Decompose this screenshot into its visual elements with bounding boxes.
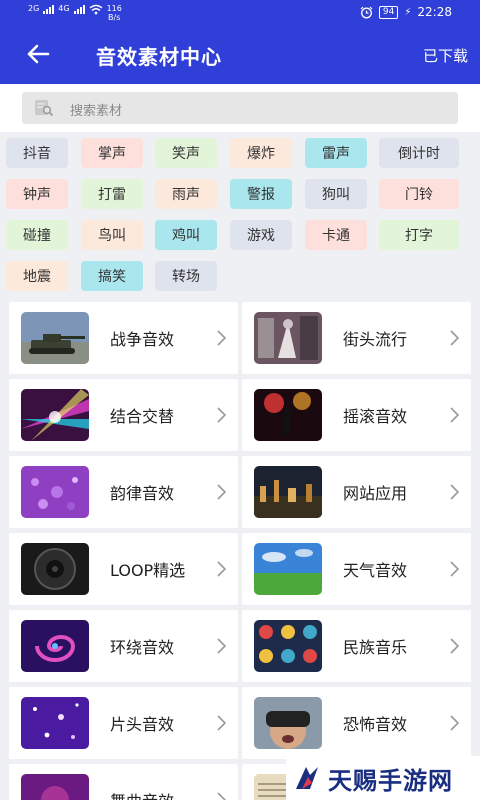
chevron-right-icon <box>217 638 226 654</box>
net1-label: 2G <box>28 4 40 13</box>
sky-field-thumbnail <box>254 543 322 595</box>
tag-chip[interactable]: 门铃 <box>379 179 459 209</box>
tag-chip[interactable]: 卡通 <box>305 220 367 250</box>
signal-icon-2 <box>73 4 85 14</box>
category-label: 街头流行 <box>343 330 408 349</box>
category-card[interactable]: 恐怖音效 <box>242 687 471 759</box>
category-card[interactable]: 韵律音效 <box>9 456 238 528</box>
category-label: 结合交替 <box>110 407 175 426</box>
status-time: 22:28 <box>417 5 452 19</box>
watermark: 天赐手游网 <box>286 756 480 800</box>
watermark-text: 天赐手游网 <box>328 766 453 795</box>
search-area: 搜索素材 <box>0 84 480 132</box>
category-card[interactable]: LOOP精选 <box>9 533 238 605</box>
chevron-right-icon <box>450 484 459 500</box>
ethnic-pattern-thumbnail <box>254 620 322 672</box>
search-input[interactable]: 搜索素材 <box>22 92 458 124</box>
chevron-right-icon <box>217 484 226 500</box>
category-label: 网站应用 <box>343 484 408 503</box>
downloaded-button[interactable]: 已下载 <box>423 45 468 66</box>
arrow-left-icon[interactable] <box>24 40 52 68</box>
watermark-logo-icon <box>296 767 318 789</box>
category-label: 民族音乐 <box>343 638 408 657</box>
tag-chip[interactable]: 掌声 <box>81 138 143 168</box>
net2-label: 4G <box>58 4 70 13</box>
signal-icon <box>43 4 55 14</box>
category-label: 战争音效 <box>110 330 175 349</box>
category-card[interactable]: 民族音乐 <box>242 610 471 682</box>
net-speed-value: 116 <box>106 4 122 13</box>
battery-level: 94 <box>378 5 399 19</box>
page-title: 音效素材中心 <box>96 45 222 69</box>
category-label: 恐怖音效 <box>343 715 408 734</box>
status-bar: 2G 4G 116 B/s 94 ⚡ 22:28 <box>0 0 480 26</box>
sparkle-thumbnail <box>21 697 89 749</box>
tag-chip[interactable]: 爆炸 <box>230 138 292 168</box>
category-label: 天气音效 <box>343 561 408 580</box>
chevron-right-icon <box>450 407 459 423</box>
status-left: 2G 4G 116 B/s <box>28 4 122 22</box>
category-card[interactable]: 结合交替 <box>9 379 238 451</box>
alarm-icon <box>360 6 373 18</box>
wifi-icon <box>89 4 103 15</box>
chevron-right-icon <box>450 561 459 577</box>
search-placeholder: 搜索素材 <box>70 104 123 119</box>
category-label: 舞曲音效 <box>110 788 174 800</box>
chevron-right-icon <box>217 715 226 731</box>
chevron-right-icon <box>450 330 459 346</box>
category-label: 韵律音效 <box>110 484 175 503</box>
category-label: 摇滚音效 <box>343 407 408 426</box>
category-card[interactable]: 网站应用 <box>242 456 471 528</box>
category-label: LOOP精选 <box>110 561 186 580</box>
chevron-right-icon <box>217 792 226 800</box>
street-art-thumbnail <box>254 312 322 364</box>
chevron-right-icon <box>217 561 226 577</box>
category-label: 环绕音效 <box>110 638 175 657</box>
tag-chip[interactable]: 狗叫 <box>305 179 367 209</box>
concert-stage-thumbnail <box>254 389 322 441</box>
category-card[interactable]: 舞曲音效 <box>9 764 238 800</box>
tag-chip[interactable]: 游戏 <box>230 220 292 250</box>
tag-chip[interactable]: 雷声 <box>305 138 367 168</box>
charging-icon: ⚡ <box>404 6 412 18</box>
tag-chip[interactable]: 打字 <box>379 220 459 250</box>
tag-chip[interactable]: 碰撞 <box>6 220 68 250</box>
category-card[interactable]: 摇滚音效 <box>242 379 471 451</box>
tag-chip[interactable]: 鸟叫 <box>81 220 143 250</box>
chevron-right-icon <box>450 638 459 654</box>
category-card[interactable]: 天气音效 <box>242 533 471 605</box>
category-label: 片头音效 <box>110 715 175 734</box>
tank-thumbnail <box>21 312 89 364</box>
speaker-thumbnail <box>21 543 89 595</box>
tag-chip[interactable]: 倒计时 <box>379 138 459 168</box>
dance-thumbnail <box>21 774 89 800</box>
net-speed-unit: B/s <box>108 13 121 22</box>
chevron-right-icon <box>217 330 226 346</box>
tag-chip[interactable]: 转场 <box>155 261 217 291</box>
tag-chip[interactable]: 钟声 <box>6 179 68 209</box>
tag-chip[interactable]: 打雷 <box>81 179 143 209</box>
tag-chip[interactable]: 地震 <box>6 261 68 291</box>
tag-chip[interactable]: 笑声 <box>155 138 217 168</box>
tag-chip[interactable]: 抖音 <box>6 138 68 168</box>
status-right: 94 ⚡ 22:28 <box>360 5 452 19</box>
purple-drops-thumbnail <box>21 466 89 518</box>
chevron-right-icon <box>217 407 226 423</box>
tag-chip[interactable]: 警报 <box>230 179 292 209</box>
tag-chip[interactable]: 雨声 <box>155 179 217 209</box>
swirl-thumbnail <box>21 620 89 672</box>
tag-chip[interactable]: 搞笑 <box>81 261 143 291</box>
chevron-right-icon <box>450 715 459 731</box>
city-night-thumbnail <box>254 466 322 518</box>
category-card[interactable]: 环绕音效 <box>9 610 238 682</box>
light-rays-thumbnail <box>21 389 89 441</box>
search-icon <box>35 100 54 117</box>
category-card[interactable]: 片头音效 <box>9 687 238 759</box>
vr-headset-thumbnail <box>254 697 322 749</box>
app-header: 音效素材中心 已下载 <box>0 26 480 84</box>
category-card[interactable]: 街头流行 <box>242 302 471 374</box>
net-speed: 116 B/s <box>107 4 122 22</box>
tag-chip[interactable]: 鸡叫 <box>155 220 217 250</box>
category-card[interactable]: 战争音效 <box>9 302 238 374</box>
